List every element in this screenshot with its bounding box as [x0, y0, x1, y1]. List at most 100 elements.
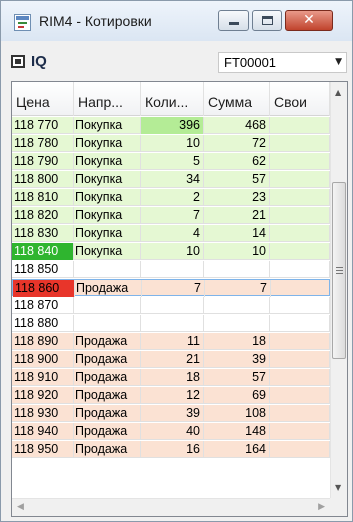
cell-quantity[interactable] — [141, 297, 204, 314]
cell-sum[interactable]: 7 — [205, 280, 271, 297]
cell-direction[interactable]: Продажа — [74, 405, 141, 422]
title-bar[interactable]: RIM4 - Котировки ✕ — [1, 1, 352, 41]
table-row[interactable]: 118 840 Покупка 10 10 — [12, 243, 330, 260]
scroll-down-icon[interactable]: ▼ — [335, 483, 341, 492]
cell-price[interactable]: 118 870 — [12, 297, 74, 314]
cell-direction[interactable]: Покупка — [74, 243, 141, 260]
cell-direction[interactable]: Продажа — [74, 333, 141, 350]
cell-sum[interactable]: 468 — [204, 117, 270, 134]
cell-direction[interactable]: Продажа — [74, 369, 141, 386]
minimize-button[interactable] — [218, 10, 249, 31]
cell-price[interactable]: 118 860 — [13, 280, 75, 297]
cell-quantity[interactable]: 10 — [141, 243, 204, 260]
cell-own[interactable] — [270, 405, 330, 422]
cell-own[interactable] — [270, 369, 330, 386]
cell-own[interactable] — [270, 243, 330, 260]
cell-direction[interactable] — [74, 297, 141, 314]
table-row[interactable]: 118 790 Покупка 5 62 — [12, 153, 330, 170]
cell-quantity[interactable] — [141, 315, 204, 332]
cell-quantity[interactable]: 7 — [142, 280, 205, 297]
cell-price[interactable]: 118 880 — [12, 315, 74, 332]
cell-sum[interactable]: 164 — [204, 441, 270, 458]
cell-quantity[interactable]: 34 — [141, 171, 204, 188]
cell-own[interactable] — [270, 297, 330, 314]
cell-own[interactable] — [270, 387, 330, 404]
scroll-right-icon[interactable]: ▶ — [318, 502, 325, 512]
cell-price[interactable]: 118 920 — [12, 387, 74, 404]
close-button[interactable]: ✕ — [285, 10, 333, 31]
account-select[interactable]: FT00001 ▼ — [218, 52, 347, 73]
cell-price[interactable]: 118 820 — [12, 207, 74, 224]
cell-own[interactable] — [270, 135, 330, 152]
cell-price[interactable]: 118 930 — [12, 405, 74, 422]
cell-price[interactable]: 118 770 — [12, 117, 74, 134]
table-row[interactable]: 118 940 Продажа 40 148 — [12, 423, 330, 440]
table-row[interactable]: 118 900 Продажа 21 39 — [12, 351, 330, 368]
scroll-up-icon[interactable]: ▲ — [335, 88, 341, 97]
cell-own[interactable] — [270, 441, 330, 458]
table-row[interactable]: 118 770 Покупка 396 468 — [12, 117, 330, 134]
cell-direction[interactable]: Покупка — [74, 117, 141, 134]
cell-own[interactable] — [270, 351, 330, 368]
cell-own[interactable] — [270, 117, 330, 134]
table-row[interactable]: 118 810 Покупка 2 23 — [12, 189, 330, 206]
column-header-own[interactable]: Свои — [270, 82, 330, 116]
cell-sum[interactable]: 57 — [204, 369, 270, 386]
maximize-button[interactable] — [252, 10, 282, 31]
cell-direction[interactable]: Продажа — [74, 441, 141, 458]
cell-sum[interactable]: 21 — [204, 207, 270, 224]
cell-sum[interactable]: 39 — [204, 351, 270, 368]
cell-own[interactable] — [270, 171, 330, 188]
cell-sum[interactable]: 14 — [204, 225, 270, 242]
table-row[interactable]: 118 880 — [12, 315, 330, 332]
cell-quantity[interactable]: 5 — [141, 153, 204, 170]
column-header-price[interactable]: ^ Цена — [12, 82, 74, 116]
cell-direction[interactable] — [74, 315, 141, 332]
table-row[interactable]: 118 830 Покупка 4 14 — [12, 225, 330, 242]
cell-own[interactable] — [270, 423, 330, 440]
cell-own[interactable] — [270, 207, 330, 224]
table-row[interactable]: 118 860 Продажа 7 7 — [12, 279, 331, 297]
cell-price[interactable]: 118 890 — [12, 333, 74, 350]
table-row[interactable]: 118 950 Продажа 16 164 — [12, 441, 330, 458]
cell-direction[interactable]: Продажа — [74, 423, 141, 440]
cell-own[interactable] — [270, 189, 330, 206]
cell-direction[interactable]: Покупка — [74, 225, 141, 242]
cell-quantity[interactable]: 7 — [141, 207, 204, 224]
cell-quantity[interactable]: 11 — [141, 333, 204, 350]
vertical-scrollbar[interactable]: ▲ ▼ — [330, 82, 347, 498]
cell-quantity[interactable]: 39 — [141, 405, 204, 422]
cell-quantity[interactable]: 21 — [141, 351, 204, 368]
cell-sum[interactable]: 108 — [204, 405, 270, 422]
cell-quantity[interactable]: 12 — [141, 387, 204, 404]
cell-price[interactable]: 118 840 — [12, 243, 74, 260]
cell-sum[interactable]: 148 — [204, 423, 270, 440]
cell-direction[interactable] — [74, 261, 141, 278]
cell-sum[interactable]: 23 — [204, 189, 270, 206]
cell-sum[interactable]: 62 — [204, 153, 270, 170]
cell-price[interactable]: 118 850 — [12, 261, 74, 278]
vertical-scroll-thumb[interactable] — [332, 182, 346, 359]
cell-direction[interactable]: Покупка — [74, 171, 141, 188]
cell-quantity[interactable]: 396 — [141, 117, 204, 134]
cell-own[interactable] — [270, 333, 330, 350]
cell-price[interactable]: 118 830 — [12, 225, 74, 242]
cell-price[interactable]: 118 800 — [12, 171, 74, 188]
cell-quantity[interactable]: 10 — [141, 135, 204, 152]
table-row[interactable]: 118 930 Продажа 39 108 — [12, 405, 330, 422]
cell-direction[interactable]: Продажа — [75, 280, 142, 297]
cell-own[interactable] — [270, 225, 330, 242]
cell-price[interactable]: 118 810 — [12, 189, 74, 206]
cell-sum[interactable]: 72 — [204, 135, 270, 152]
cell-sum[interactable] — [204, 261, 270, 278]
table-row[interactable]: 118 800 Покупка 34 57 — [12, 171, 330, 188]
cell-direction[interactable]: Покупка — [74, 135, 141, 152]
cell-price[interactable]: 118 790 — [12, 153, 74, 170]
table-row[interactable]: 118 850 — [12, 261, 330, 278]
table-row[interactable]: 118 820 Покупка 7 21 — [12, 207, 330, 224]
cell-quantity[interactable]: 18 — [141, 369, 204, 386]
column-header-sum[interactable]: Сумма — [204, 82, 270, 116]
table-row[interactable]: 118 920 Продажа 12 69 — [12, 387, 330, 404]
cell-own[interactable] — [271, 280, 331, 297]
cell-sum[interactable] — [204, 297, 270, 314]
